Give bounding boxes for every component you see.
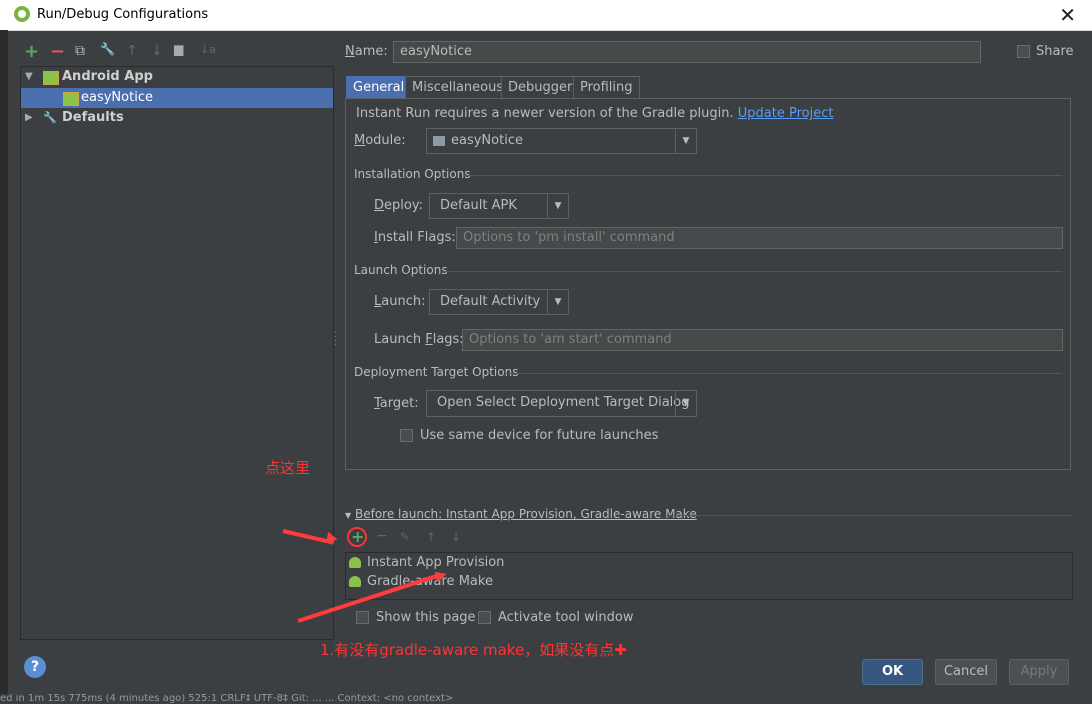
launch-label: Launch: — [374, 294, 426, 309]
android-icon — [349, 576, 361, 587]
tree-item-easynotice[interactable]: easyNotice — [21, 88, 333, 108]
move-task-down-icon[interactable]: ↓ — [451, 530, 461, 544]
collapse-arrow-icon[interactable]: ▶ — [25, 108, 33, 128]
chevron-down-icon: ▼ — [547, 194, 568, 218]
before-launch-section: ▼ Before launch: Instant App Provision, … — [345, 507, 1071, 521]
wrench-icon: 🔧 — [43, 111, 57, 124]
ok-button[interactable]: OK — [862, 659, 923, 685]
ide-status-bar: ed in 1m 15s 775ms (4 minutes ago) 525:1… — [0, 694, 1092, 704]
add-task-icon[interactable]: + — [351, 527, 364, 546]
show-page-checkbox[interactable] — [356, 611, 369, 624]
edit-task-icon[interactable]: ✎ — [400, 530, 409, 543]
move-task-up-icon[interactable]: ↑ — [426, 530, 436, 544]
tree-item-android-app[interactable]: ▼ Android App — [21, 67, 333, 87]
list-item[interactable]: Instant App Provision — [346, 553, 1072, 573]
close-icon[interactable]: ✕ — [1059, 3, 1076, 27]
same-device-checkbox[interactable] — [400, 429, 413, 442]
name-input[interactable]: easyNotice — [393, 41, 981, 63]
deploy-value: Default APK — [440, 198, 517, 213]
cancel-button[interactable]: Cancel — [935, 659, 997, 685]
tree-item-label: easyNotice — [81, 90, 153, 105]
sort-icon[interactable]: ↓a — [200, 43, 216, 56]
splitter-handle[interactable]: · · · · — [334, 329, 337, 351]
tree-item-defaults[interactable]: ▶ 🔧 Defaults — [21, 108, 333, 128]
chevron-down-icon: ▼ — [675, 129, 696, 153]
activate-tool-window-label: Activate tool window — [498, 610, 634, 625]
background-ide-strip — [0, 30, 8, 704]
add-configuration-icon[interactable]: + — [24, 41, 39, 62]
configuration-tree: ▼ Android App easyNotice ▶ 🔧 Defaults — [20, 66, 334, 640]
folder-icon[interactable]: ▆ — [174, 42, 183, 56]
help-button[interactable]: ? — [24, 656, 46, 678]
launch-select[interactable]: Default Activity ▼ — [429, 289, 569, 315]
move-down-icon[interactable]: ↓ — [151, 43, 163, 59]
annotation-arrowhead: ▶ — [325, 528, 340, 548]
section-title: Deployment Target Options — [354, 365, 519, 379]
tab-profiling[interactable]: Profiling — [573, 76, 640, 99]
launch-value: Default Activity — [440, 294, 541, 309]
tab-general[interactable]: General — [346, 76, 412, 99]
tree-item-label: Defaults — [62, 110, 124, 125]
annotation-click-here: 点这里 — [265, 459, 311, 477]
launch-flags-input[interactable]: Options to 'am start' command — [462, 329, 1063, 351]
list-item[interactable]: Gradle-aware Make — [346, 572, 1072, 592]
copy-configuration-icon[interactable]: ⧉ — [75, 43, 85, 59]
update-project-link[interactable]: Update Project — [738, 106, 834, 121]
tab-debugger[interactable]: Debugger — [501, 76, 580, 99]
divider — [464, 175, 1062, 176]
launch-flags-label: Launch Flags: — [374, 332, 464, 347]
chevron-down-icon: ▼ — [547, 290, 568, 314]
before-launch-list: Instant App Provision Gradle-aware Make — [345, 552, 1073, 600]
move-up-icon[interactable]: ↑ — [126, 43, 138, 59]
target-select[interactable]: Open Select Deployment Target Dialog ▼ — [426, 390, 697, 417]
remove-configuration-icon[interactable]: − — [50, 41, 65, 62]
section-title: Installation Options — [354, 167, 471, 181]
chevron-down-icon: ▼ — [675, 391, 696, 416]
collapse-triangle-icon[interactable]: ▼ — [345, 511, 351, 520]
share-checkbox[interactable] — [1017, 45, 1030, 58]
same-device-label: Use same device for future launches — [420, 428, 659, 443]
android-studio-icon — [14, 6, 30, 22]
module-label: Module: — [354, 133, 406, 148]
module-folder-icon — [433, 136, 445, 146]
window-title: Run/Debug Configurations — [37, 7, 209, 22]
remove-task-icon[interactable]: − — [376, 528, 388, 544]
annotation-note: 1.有没有gradle-aware make，如果没有点✚ — [320, 641, 627, 659]
section-title: Before launch: Instant App Provision, Gr… — [354, 507, 697, 521]
tree-item-label: Android App — [62, 69, 153, 84]
share-label: Share — [1036, 44, 1074, 59]
module-select[interactable]: easyNotice ▼ — [426, 128, 697, 154]
launch-options-section: Launch Options — [354, 263, 1062, 277]
android-icon — [349, 557, 361, 568]
edit-defaults-icon[interactable]: 🔧 — [100, 42, 115, 56]
name-label: Name: — [345, 44, 388, 59]
tab-miscellaneous[interactable]: Miscellaneous — [405, 76, 511, 99]
activate-tool-window-checkbox[interactable] — [478, 611, 491, 624]
android-config-icon — [63, 92, 79, 106]
target-label: Target: — [374, 396, 419, 411]
installation-options-section: Installation Options — [354, 167, 1062, 181]
section-title: Launch Options — [354, 263, 448, 277]
module-value: easyNotice — [451, 133, 523, 148]
instant-run-message: Instant Run requires a newer version of … — [356, 106, 834, 121]
apply-button[interactable]: Apply — [1009, 659, 1069, 685]
install-flags-input[interactable]: Options to 'pm install' command — [456, 227, 1063, 249]
run-debug-dialog: Run/Debug Configurations ✕ + − ⧉ 🔧 ↑ ↓ ▆… — [0, 0, 1092, 704]
target-value: Open Select Deployment Target Dialog — [437, 395, 690, 410]
android-app-icon — [43, 71, 59, 85]
expand-arrow-icon[interactable]: ▼ — [25, 67, 33, 87]
divider — [506, 373, 1062, 374]
divider — [665, 515, 1071, 516]
show-page-label: Show this page — [376, 610, 476, 625]
deploy-label: Deploy: — [374, 198, 423, 213]
deploy-select[interactable]: Default APK ▼ — [429, 193, 569, 219]
install-flags-label: Install Flags: — [374, 230, 456, 245]
title-bar: Run/Debug Configurations ✕ — [0, 0, 1092, 31]
deployment-target-section: Deployment Target Options — [354, 365, 1062, 379]
divider — [442, 271, 1062, 272]
